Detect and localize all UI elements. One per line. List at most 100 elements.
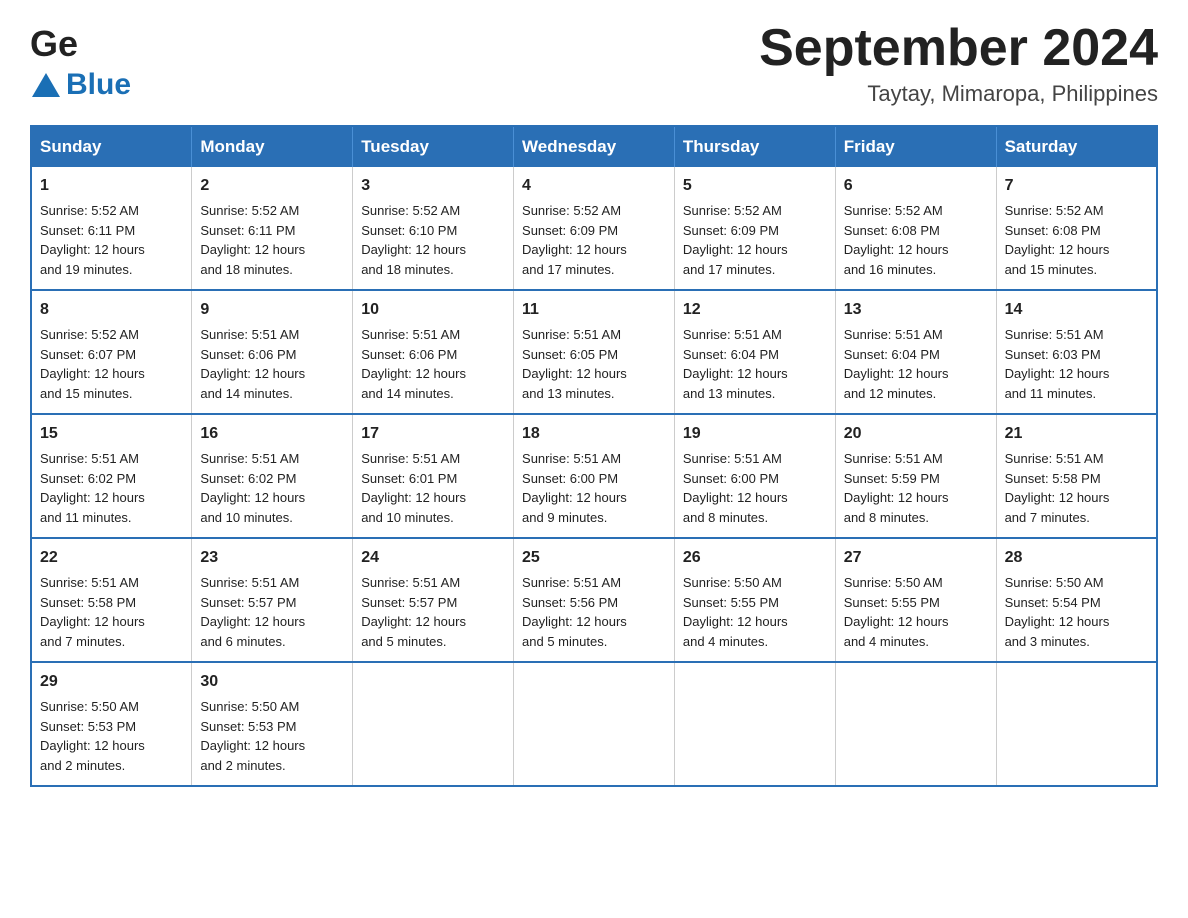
day-number: 6 [844, 174, 988, 198]
sunrise-label: Sunrise: 5:51 AM [1005, 327, 1104, 342]
daylight-minutes: and 11 minutes. [40, 510, 132, 525]
calendar-cell: 3 Sunrise: 5:52 AM Sunset: 6:10 PM Daylight… [353, 167, 514, 290]
sunset-label: Sunset: 6:02 PM [200, 471, 296, 486]
weekday-header-tuesday: Tuesday [353, 126, 514, 167]
calendar-header-row: SundayMondayTuesdayWednesdayThursdayFrid… [31, 126, 1157, 167]
sunrise-label: Sunrise: 5:50 AM [683, 575, 782, 590]
sunset-label: Sunset: 6:10 PM [361, 223, 457, 238]
calendar-week-row: 29Sunrise: 5:50 AMSunset: 5:53 PMDayligh… [31, 662, 1157, 786]
page-header: General Blue September 2024 Taytay, Mima… [30, 20, 1158, 107]
sunset-label: Sunset: 5:58 PM [1005, 471, 1101, 486]
sunset-label: Sunset: 6:04 PM [844, 347, 940, 362]
calendar-cell: 16Sunrise: 5:51 AMSunset: 6:02 PMDayligh… [192, 414, 353, 538]
sunrise-label: Sunrise: 5:52 AM [522, 203, 621, 218]
sunrise-label: Sunrise: 5:52 AM [40, 327, 139, 342]
calendar-cell: 21Sunrise: 5:51 AMSunset: 5:58 PMDayligh… [996, 414, 1157, 538]
calendar-week-row: 22Sunrise: 5:51 AMSunset: 5:58 PMDayligh… [31, 538, 1157, 662]
sunset-label: Sunset: 6:03 PM [1005, 347, 1101, 362]
calendar-cell: 8Sunrise: 5:52 AMSunset: 6:07 PMDaylight… [31, 290, 192, 414]
day-number: 16 [200, 422, 344, 446]
daylight-label: Daylight: 12 hours [361, 614, 466, 629]
day-number: 30 [200, 670, 344, 694]
daylight-label: Daylight: 12 hours [1005, 490, 1110, 505]
day-number: 3 [361, 174, 505, 198]
calendar-cell: 12Sunrise: 5:51 AMSunset: 6:04 PMDayligh… [674, 290, 835, 414]
sunset-label: Sunset: 5:54 PM [1005, 595, 1101, 610]
daylight-label: Daylight: 12 hours [683, 490, 788, 505]
calendar-cell: 7Sunrise: 5:52 AMSunset: 6:08 PMDaylight… [996, 167, 1157, 290]
daylight-label: Daylight: 12 hours [40, 614, 145, 629]
daylight-minutes: and 14 minutes. [361, 386, 454, 401]
logo-icon: General [30, 20, 78, 72]
sunrise-label: Sunrise: 5:50 AM [200, 699, 299, 714]
daylight-label: Daylight: 12 hours [1005, 366, 1110, 381]
daylight-label: Daylight: 12 hours [361, 490, 466, 505]
day-number: 17 [361, 422, 505, 446]
daylight-minutes: and 13 minutes. [683, 386, 776, 401]
day-number: 18 [522, 422, 666, 446]
day-number: 28 [1005, 546, 1148, 570]
day-number: 11 [522, 298, 666, 322]
calendar-cell: 5Sunrise: 5:52 AMSunset: 6:09 PMDaylight… [674, 167, 835, 290]
daylight-label: Daylight: 12 hours [522, 490, 627, 505]
sunset-label: Sunset: 6:11 PM [40, 223, 135, 238]
weekday-header-sunday: Sunday [31, 126, 192, 167]
sunset-label: Sunset: 6:06 PM [361, 347, 457, 362]
day-number: 10 [361, 298, 505, 322]
weekday-header-friday: Friday [835, 126, 996, 167]
calendar-cell: 2Sunrise: 5:52 AMSunset: 6:11 PMDaylight… [192, 167, 353, 290]
weekday-header-wednesday: Wednesday [514, 126, 675, 167]
daylight-minutes: and 17 minutes. [683, 262, 776, 277]
day-number: 19 [683, 422, 827, 446]
calendar-cell [674, 662, 835, 786]
day-number: 20 [844, 422, 988, 446]
calendar-cell: 14Sunrise: 5:51 AMSunset: 6:03 PMDayligh… [996, 290, 1157, 414]
daylight-minutes: and 10 minutes. [200, 510, 293, 525]
daylight-minutes: and 17 minutes. [522, 262, 615, 277]
calendar-cell: 27Sunrise: 5:50 AMSunset: 5:55 PMDayligh… [835, 538, 996, 662]
sunrise-label: Sunrise: 5:51 AM [844, 327, 943, 342]
sunset-label: Sunset: 5:53 PM [200, 719, 296, 734]
weekday-header-thursday: Thursday [674, 126, 835, 167]
daylight-label: Daylight: 12 hours [1005, 614, 1110, 629]
daylight-minutes: and 15 minutes. [40, 386, 133, 401]
calendar-cell: 19Sunrise: 5:51 AMSunset: 6:00 PMDayligh… [674, 414, 835, 538]
daylight-minutes: and 4 minutes. [683, 634, 768, 649]
title-area: September 2024 Taytay, Mimaropa, Philipp… [759, 20, 1158, 107]
daylight-minutes: and 15 minutes. [1005, 262, 1098, 277]
daylight-label: Daylight: 12 hours [844, 490, 949, 505]
sunrise-label: Sunrise: 5:51 AM [200, 451, 299, 466]
daylight-label: Daylight: 12 hours [361, 242, 466, 257]
daylight-label: Daylight: 12 hours [40, 242, 145, 257]
daylight-minutes: and 8 minutes. [683, 510, 768, 525]
daylight-minutes: and 18 minutes. [361, 262, 454, 277]
sunrise-label: Sunrise: 5:51 AM [522, 451, 621, 466]
daylight-label: Daylight: 12 hours [200, 738, 305, 753]
sunrise-label: Sunrise: 5:51 AM [361, 575, 460, 590]
daylight-label: Daylight: 12 hours [200, 242, 305, 257]
calendar-cell: 23Sunrise: 5:51 AMSunset: 5:57 PMDayligh… [192, 538, 353, 662]
calendar-cell: 25Sunrise: 5:51 AMSunset: 5:56 PMDayligh… [514, 538, 675, 662]
sunset-label: Sunset: 6:00 PM [522, 471, 618, 486]
weekday-header-monday: Monday [192, 126, 353, 167]
calendar-cell: 4Sunrise: 5:52 AMSunset: 6:09 PMDaylight… [514, 167, 675, 290]
calendar-cell: 11Sunrise: 5:51 AMSunset: 6:05 PMDayligh… [514, 290, 675, 414]
calendar-table: SundayMondayTuesdayWednesdayThursdayFrid… [30, 125, 1158, 787]
sunset-label: Sunset: 5:59 PM [844, 471, 940, 486]
sunset-label: Sunset: 6:06 PM [200, 347, 296, 362]
daylight-minutes: and 13 minutes. [522, 386, 615, 401]
sunrise-label: Sunrise: 5:51 AM [361, 327, 460, 342]
sunset-label: Sunset: 6:01 PM [361, 471, 457, 486]
sunrise-label: Sunrise: 5:52 AM [361, 203, 460, 218]
daylight-label: Daylight: 12 hours [361, 366, 466, 381]
daylight-label: Daylight: 12 hours [844, 366, 949, 381]
daylight-label: Daylight: 12 hours [844, 614, 949, 629]
sunrise-label: Sunrise: 5:52 AM [200, 203, 299, 218]
sunrise-label: Sunrise: 5:52 AM [40, 203, 139, 218]
daylight-label: Daylight: 12 hours [522, 614, 627, 629]
sunrise-label: Sunrise: 5:51 AM [1005, 451, 1104, 466]
calendar-cell: 24Sunrise: 5:51 AMSunset: 5:57 PMDayligh… [353, 538, 514, 662]
calendar-cell: 29Sunrise: 5:50 AMSunset: 5:53 PMDayligh… [31, 662, 192, 786]
day-number: 22 [40, 546, 183, 570]
logo: General Blue [30, 20, 131, 102]
